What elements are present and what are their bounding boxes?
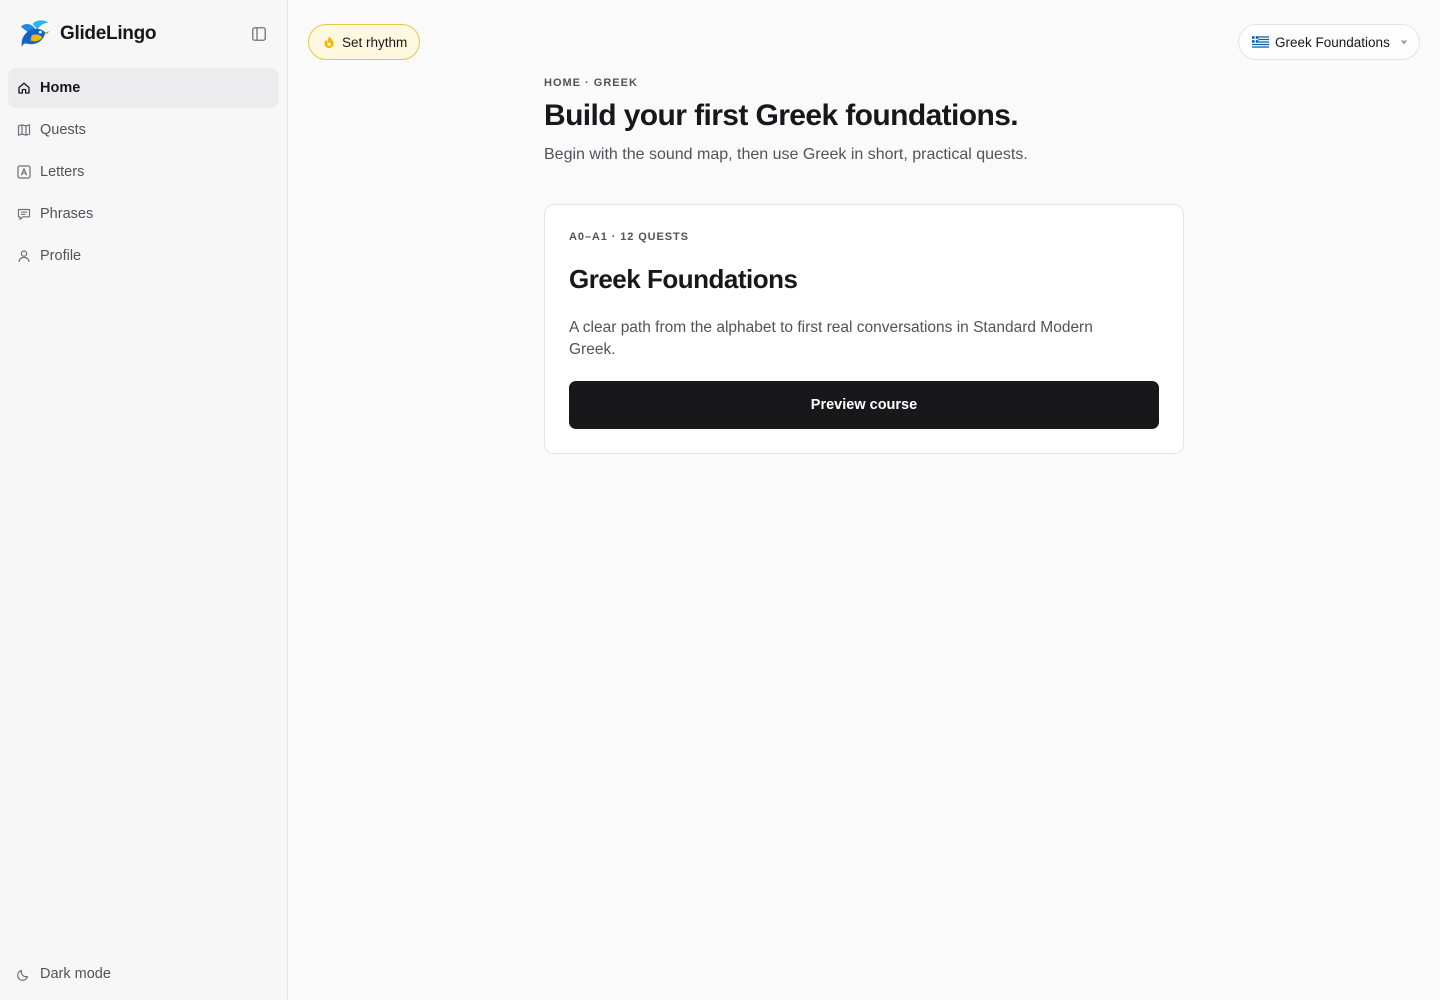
sidebar-item-phrases[interactable]: Phrases: [8, 194, 279, 234]
sidebar-item-profile[interactable]: Profile: [8, 236, 279, 276]
sidebar-toggle-icon: [252, 27, 266, 41]
map-icon: [17, 124, 31, 136]
letter-a-icon: [17, 165, 31, 179]
chevron-down-icon: [1400, 40, 1408, 44]
course-select[interactable]: Greek Foundations: [1238, 24, 1420, 60]
page-subtitle: Begin with the sound map, then use Greek…: [544, 146, 1028, 163]
sidebar-nav: Home Quests Letters Phrases Profile: [8, 68, 279, 278]
flame-icon: [324, 36, 334, 49]
set-rhythm-button[interactable]: Set rhythm: [308, 24, 421, 60]
brand[interactable]: GlideLingo: [18, 17, 157, 51]
user-icon: [18, 250, 30, 262]
collapse-sidebar-button[interactable]: [249, 24, 269, 44]
moon-icon: [17, 969, 29, 981]
course-description: A clear path from the alphabet to first …: [569, 319, 1093, 358]
sidebar-item-label: Home: [40, 80, 81, 96]
set-rhythm-label: Set rhythm: [342, 34, 408, 50]
greece-flag-icon: [1252, 36, 1269, 48]
bird-logo-icon: [20, 19, 51, 47]
course-meta: A0–A1 · 12 QUESTS: [569, 231, 689, 243]
course-title: Greek Foundations: [569, 264, 798, 294]
chat-icon: [17, 208, 31, 220]
page-title: Build your first Greek foundations.: [544, 99, 1019, 132]
dark-mode-toggle[interactable]: Dark mode: [8, 954, 279, 994]
preview-course-button[interactable]: Preview course: [569, 381, 1159, 429]
app-name: GlideLingo: [60, 23, 157, 44]
sidebar-item-label: Letters: [40, 164, 85, 180]
sidebar: GlideLingo Home Quests Letters Phrases P…: [0, 0, 288, 1000]
sidebar-item-label: Profile: [40, 248, 82, 264]
sidebar-item-label: Quests: [40, 122, 86, 138]
sidebar-item-letters[interactable]: Letters: [8, 152, 279, 192]
sidebar-item-label: Phrases: [40, 206, 94, 222]
course-select-value: Greek Foundations: [1275, 34, 1390, 50]
breadcrumb: HOME · GREEK: [544, 77, 638, 89]
dark-mode-label: Dark mode: [40, 966, 111, 982]
course-card: A0–A1 · 12 QUESTS Greek Foundations A cl…: [544, 204, 1184, 454]
home-icon: [18, 82, 30, 94]
sidebar-item-quests[interactable]: Quests: [8, 110, 279, 150]
sidebar-item-home[interactable]: Home: [8, 68, 279, 108]
